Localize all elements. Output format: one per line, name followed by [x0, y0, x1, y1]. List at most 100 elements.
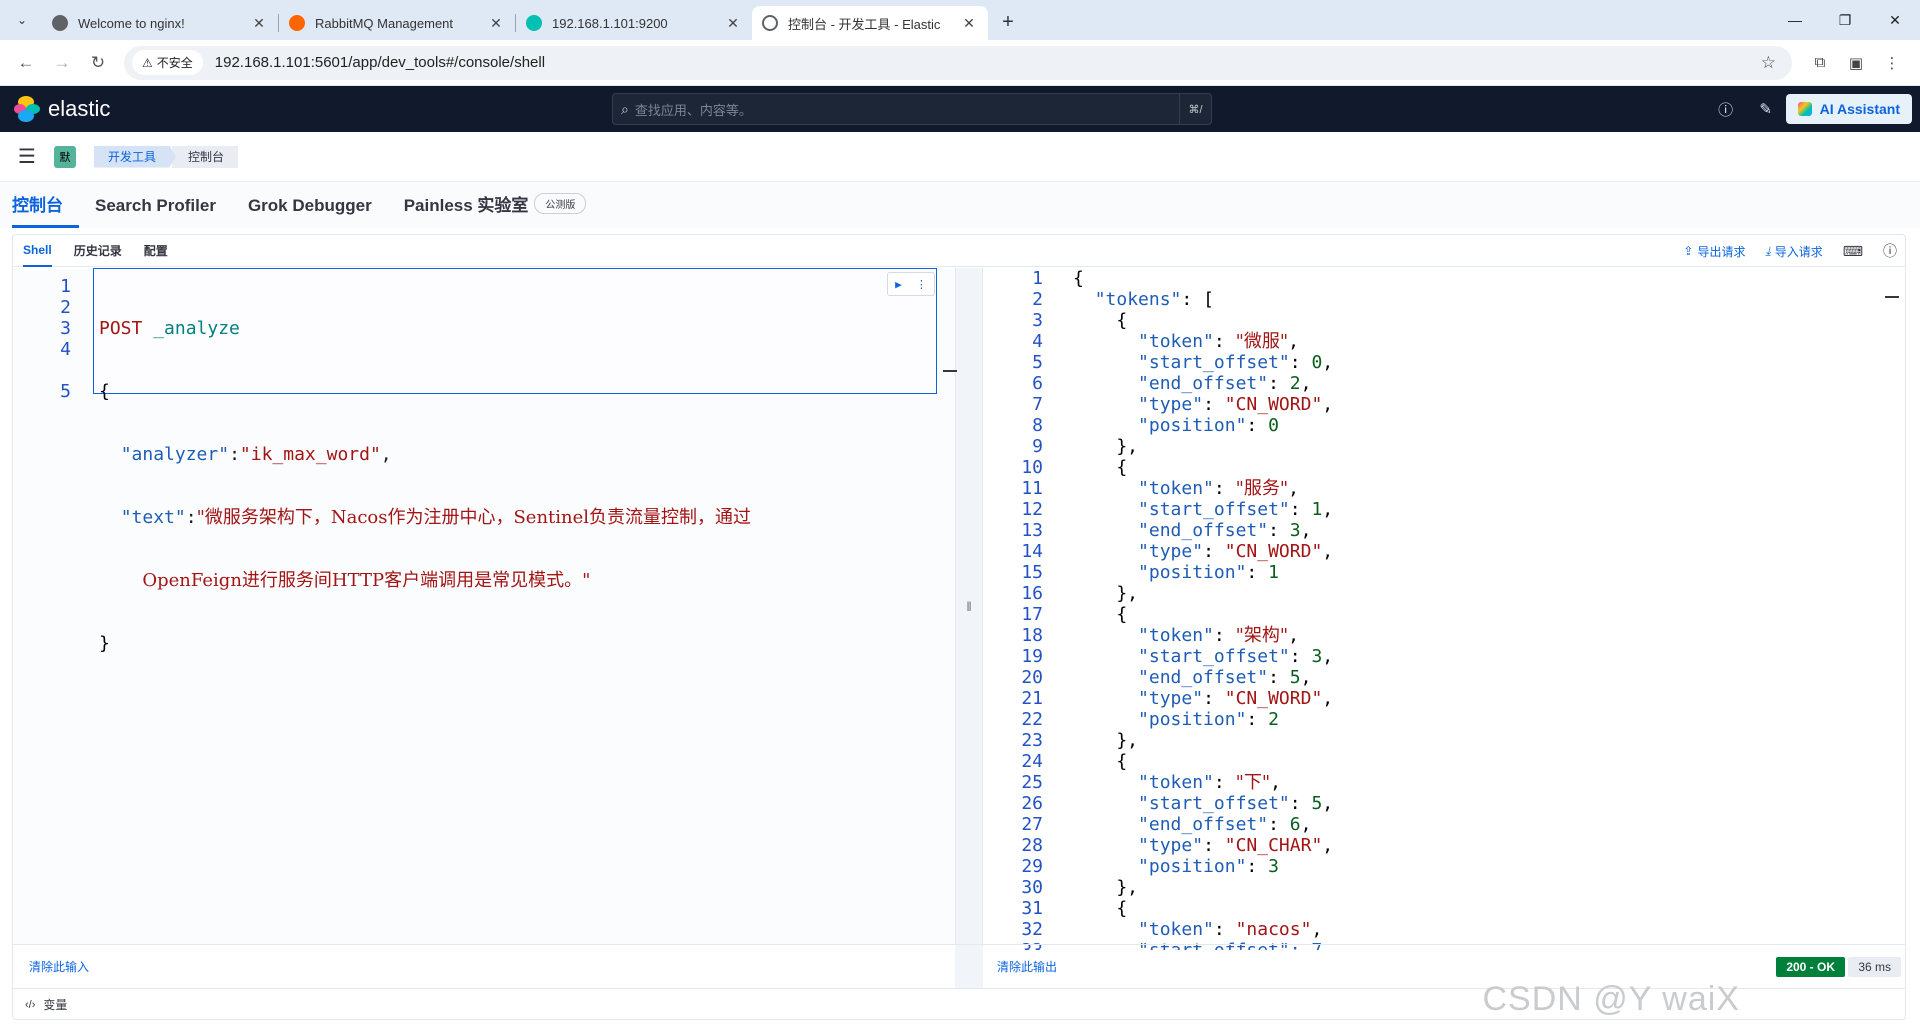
browser-tab-label: 192.168.1.101:9200 — [552, 15, 668, 31]
console-tab-history[interactable]: 历史记录 — [74, 235, 122, 267]
browser-tab[interactable]: 控制台 - 开发工具 - Elastic ✕ — [752, 6, 988, 40]
clear-input-button[interactable]: 清除此输入 — [13, 945, 955, 988]
breadcrumb-dev-tools[interactable]: 开发工具 — [93, 145, 176, 168]
json-token: : — [1289, 646, 1312, 667]
response-viewer[interactable]: 1 2 3 4 5 6 7 8 9 10 11 12 13 14 15 16 17 18 19 20 21 22 23 24 2… — [983, 268, 1905, 950]
json-value: "nacos" — [1235, 919, 1312, 940]
url-text[interactable]: 192.168.1.101:5601/app/dev_tools#/consol… — [215, 54, 545, 71]
json-token: "type" — [1138, 835, 1204, 856]
help-icon[interactable]: ⓘ — [1706, 99, 1746, 120]
pane-resize-handle[interactable]: ‖ — [955, 268, 983, 944]
tab-console[interactable]: 控制台 — [12, 191, 79, 228]
browser-tab[interactable]: RabbitMQ Management ✕ — [279, 6, 515, 40]
json-token: : [ — [1181, 289, 1214, 310]
global-search[interactable]: ⌕ 查找应用、内容等。 ⌘/ — [612, 93, 1212, 125]
line-number: 7 — [1032, 394, 1043, 415]
json-value: 3 — [1311, 646, 1323, 667]
browser-tab[interactable]: 192.168.1.101:9200 ✕ — [516, 6, 752, 40]
new-tab-plus-icon[interactable]: + — [994, 8, 1022, 36]
logo-text: elastic — [48, 96, 111, 121]
response-scroll-marker[interactable] — [1885, 296, 1899, 298]
request-path: _analyze — [153, 318, 240, 339]
export-requests-button[interactable]: ⇪ 导出请求 — [1683, 243, 1745, 260]
export-label: 导出请求 — [1697, 244, 1746, 259]
close-tab-icon[interactable]: ✕ — [487, 15, 505, 32]
json-token: "token" — [1138, 478, 1214, 499]
json-value: "CN_WORD" — [1224, 394, 1323, 415]
json-token: : — [1203, 688, 1225, 709]
minimize-icon[interactable]: — — [1770, 0, 1820, 40]
close-tab-icon[interactable]: ✕ — [250, 15, 268, 32]
space-avatar[interactable]: 默 — [53, 145, 76, 168]
kibana-header: elastic ⌕ 查找应用、内容等。 ⌘/ ⓘ ✎ AI Assistant — [0, 86, 1920, 132]
tab-search-chevron-icon[interactable]: ⌄ — [8, 6, 36, 34]
close-tab-icon[interactable]: ✕ — [960, 15, 978, 32]
json-token: , — [1288, 625, 1299, 646]
line-number: 27 — [1021, 814, 1043, 835]
breadcrumb-bar: ☰ 默 开发工具 控制台 — [0, 132, 1920, 182]
forward-arrow-icon[interactable]: → — [46, 47, 78, 79]
profile-icon[interactable]: ▣ — [1838, 54, 1874, 72]
import-requests-button[interactable]: ⤓ 导入请求 — [1765, 243, 1822, 260]
line-number: 21 — [1021, 688, 1043, 709]
security-indicator[interactable]: ⚠ 不安全 — [132, 50, 203, 75]
keyboard-shortcuts-icon[interactable]: ⌨ — [1843, 243, 1863, 260]
code-line: "type": "CN_WORD", — [1073, 394, 1333, 415]
window-controls: — ❐ ✕ — [1770, 0, 1920, 40]
json-token: }, — [1073, 877, 1139, 898]
extensions-icon[interactable]: ⧉ — [1802, 54, 1838, 72]
browser-menu-icon[interactable]: ⋮ — [1874, 54, 1910, 72]
analyzer-value: "ik_max_word" — [239, 444, 381, 465]
response-line-numbers: 1 2 3 4 5 6 7 8 9 10 11 12 13 14 15 16 17 18 19 20 21 22 23 24 2… — [983, 268, 1043, 950]
close-window-icon[interactable]: ✕ — [1870, 0, 1920, 40]
request-code[interactable]: POST _analyze { "analyzer":"ik_max_word"… — [99, 276, 751, 696]
omnibox[interactable]: ⚠ 不安全 192.168.1.101:5601/app/dev_tools#/… — [124, 45, 1792, 80]
json-value: 0 — [1268, 415, 1279, 436]
request-editor[interactable]: 1 2 3 4 5 POST _analyze { "analyzer":"ik… — [13, 268, 957, 944]
variables-label: 变量 — [43, 998, 68, 1012]
send-request-play-icon[interactable]: ▶ — [895, 274, 902, 295]
search-input[interactable]: 查找应用、内容等。 — [635, 100, 1179, 119]
tab-search-profiler[interactable]: Search Profiler — [95, 196, 232, 228]
json-token: : — [1213, 478, 1236, 499]
bookmark-star-icon[interactable]: ☆ — [1761, 53, 1784, 73]
clear-output-button[interactable]: 清除此输出 — [997, 958, 1057, 975]
request-options-menu-icon[interactable]: ⋮ — [916, 274, 927, 295]
console-tab-config[interactable]: 配置 — [144, 235, 168, 267]
status-badge: 200 - OK — [1776, 957, 1845, 977]
json-token: "token" — [1138, 919, 1214, 940]
reload-icon[interactable]: ↻ — [82, 47, 114, 79]
line-number: 22 — [1021, 709, 1043, 730]
json-value: "下" — [1235, 772, 1271, 793]
line-number: 1 — [60, 276, 71, 297]
console-help-icon[interactable]: ⓘ — [1883, 241, 1897, 261]
ai-assistant-button[interactable]: AI Assistant — [1785, 94, 1912, 124]
line-number: 10 — [1021, 457, 1043, 478]
address-bar: ← → ↻ ⚠ 不安全 192.168.1.101:5601/app/dev_t… — [0, 40, 1920, 86]
menu-hamburger-icon[interactable]: ☰ — [18, 144, 36, 169]
tab-grok-debugger[interactable]: Grok Debugger — [248, 196, 388, 228]
elastic-logo[interactable]: elastic — [14, 96, 110, 122]
close-tab-icon[interactable]: ✕ — [724, 15, 742, 32]
restore-icon[interactable]: ❐ — [1820, 0, 1870, 40]
json-token: , — [1300, 373, 1312, 394]
console-tab-shell[interactable]: Shell — [23, 235, 52, 267]
back-arrow-icon[interactable]: ← — [10, 47, 42, 79]
tab-painless-lab[interactable]: Painless 实验室 公测版 — [404, 191, 603, 228]
response-code[interactable]: { "tokens": [ { "token": "微服", "start_of… — [1073, 268, 1333, 950]
json-token: : — [1213, 331, 1236, 352]
code-line: "token": "服务", — [1073, 478, 1333, 499]
json-token: { — [1073, 751, 1128, 772]
code-line: "token": "下", — [1073, 772, 1333, 793]
json-value: "CN_WORD" — [1224, 541, 1323, 562]
globe-icon — [52, 15, 68, 31]
news-feed-icon[interactable]: ✎ — [1746, 100, 1786, 118]
browser-tab[interactable]: Welcome to nginx! ✕ — [42, 6, 278, 40]
code-line: "text":"微服务架构下，Nacos作为注册中心，Sentinel负责流量控… — [120, 507, 752, 528]
